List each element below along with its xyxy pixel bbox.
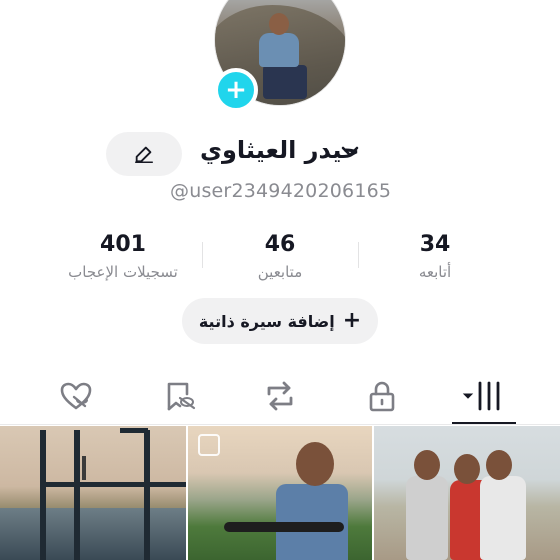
- thumbnail-tower-leg: [40, 430, 46, 560]
- username: @user2349420206165: [170, 180, 392, 202]
- add-photo-button[interactable]: +: [214, 68, 258, 112]
- plus-icon: +: [225, 75, 247, 105]
- thumbnail-tower-beam: [40, 482, 186, 487]
- thumbnail-bike-handle: [224, 522, 344, 532]
- grid-columns-icon: [462, 381, 500, 411]
- edit-profile-button[interactable]: [106, 132, 182, 176]
- add-bio-label: إضافة سيرة ذاتية: [198, 311, 335, 331]
- lock-icon: [369, 381, 395, 412]
- stats-divider: [358, 242, 359, 268]
- video-thumbnail[interactable]: [0, 426, 186, 560]
- thumbnail-figure-head: [454, 454, 480, 484]
- likes-count: 401: [100, 232, 146, 257]
- thumbnail-tower-beam: [120, 428, 148, 433]
- avatar-figure-body: [259, 33, 299, 67]
- stats-divider: [202, 242, 203, 268]
- followers-stat[interactable]: 46 متابعين: [205, 232, 355, 281]
- thumbnail-figure-head: [296, 442, 334, 486]
- followers-label: متابعين: [257, 263, 303, 281]
- following-stat[interactable]: 34 أتابعه: [360, 232, 510, 281]
- tab-private[interactable]: [352, 372, 412, 420]
- likes-stat[interactable]: 401 تسجيلات الإعجاب: [48, 232, 198, 281]
- avatar-figure-legs: [263, 65, 307, 99]
- tab-favorites[interactable]: [150, 372, 210, 420]
- profile-stats: 401 تسجيلات الإعجاب 46 متابعين 34 أتابعه: [0, 232, 560, 292]
- thumbnail-tower-leg: [144, 430, 150, 560]
- thumbnail-figure-head: [486, 450, 512, 480]
- tabs-divider: [0, 424, 560, 425]
- likes-label: تسجيلات الإعجاب: [68, 263, 178, 281]
- tab-reposts[interactable]: [250, 372, 310, 420]
- video-grid: [0, 426, 560, 560]
- pencil-icon: [135, 146, 153, 163]
- following-label: أتابعه: [418, 263, 452, 281]
- tab-liked[interactable]: [46, 372, 106, 420]
- thumbnail-figure-head: [414, 450, 440, 480]
- video-thumbnail[interactable]: [374, 426, 560, 560]
- heart-hidden-icon: [60, 382, 92, 410]
- thumbnail-figure: [480, 476, 526, 560]
- tab-videos[interactable]: [452, 372, 512, 420]
- plus-icon: +: [342, 308, 362, 333]
- chevron-down-icon[interactable]: [340, 144, 360, 160]
- thumbnail-tower-leg: [74, 430, 80, 560]
- display-name[interactable]: حيدر العيثاوي: [200, 136, 359, 164]
- thumbnail-water: [0, 508, 186, 560]
- avatar-figure-head: [269, 13, 289, 35]
- profile-avatar-container[interactable]: +: [214, 0, 346, 112]
- multi-photo-icon: [198, 434, 220, 456]
- name-row: حيدر العيثاوي: [0, 132, 560, 176]
- repost-icon: [267, 381, 293, 411]
- bookmark-hidden-icon: [167, 382, 196, 411]
- profile-tabs: [0, 372, 560, 424]
- thumbnail-figure: [406, 476, 448, 560]
- following-count: 34: [419, 232, 451, 257]
- video-thumbnail[interactable]: [188, 426, 372, 560]
- thumbnail-figure: [82, 456, 86, 480]
- add-bio-button[interactable]: + إضافة سيرة ذاتية: [182, 298, 378, 344]
- followers-count: 46: [264, 232, 296, 257]
